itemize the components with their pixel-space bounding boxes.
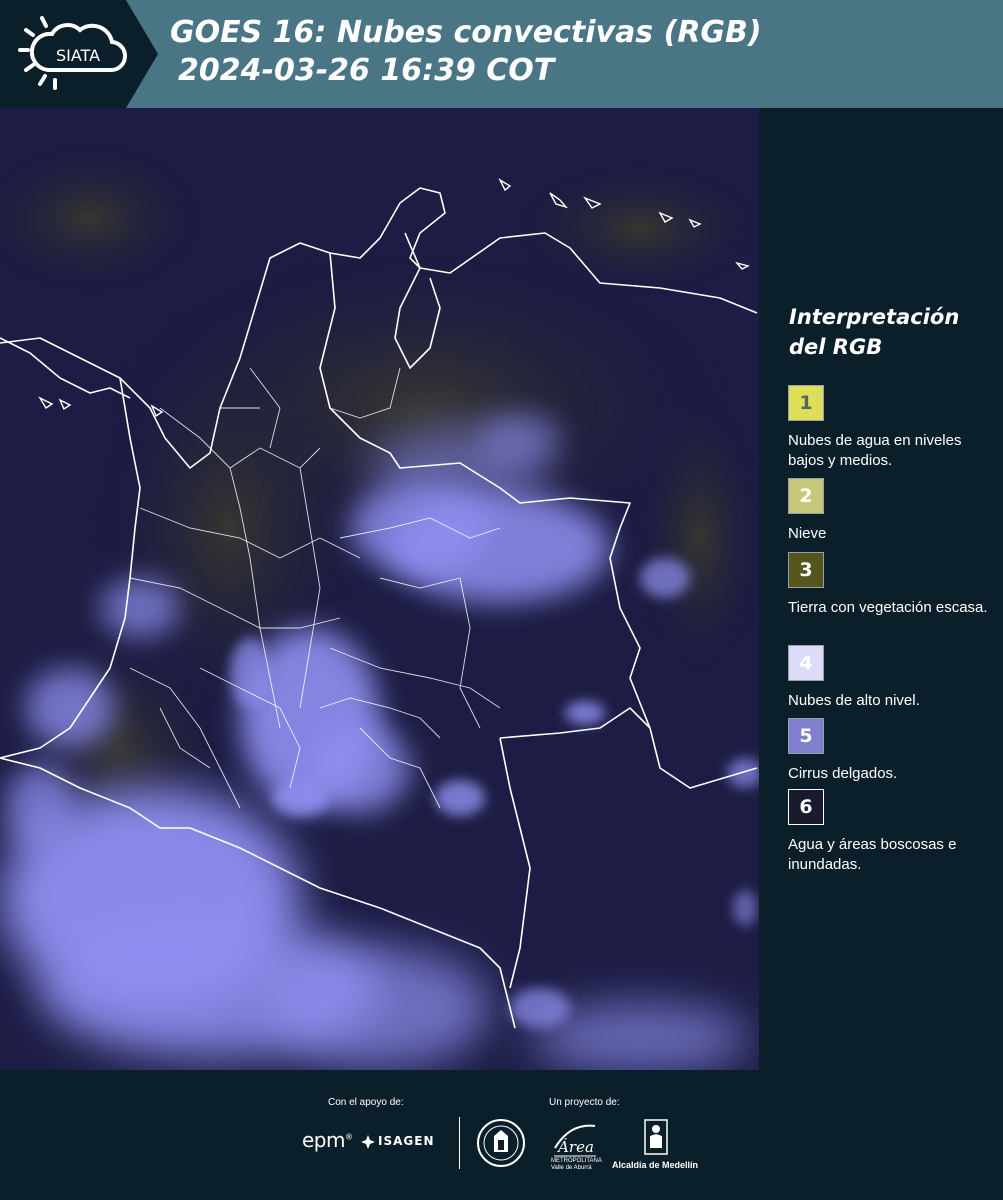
legend-label: Nubes de agua en niveles bajos y medios. — [788, 432, 962, 469]
epm-logo[interactable]: epm® — [302, 1128, 353, 1152]
epm-logo-text: epm — [302, 1128, 345, 1152]
project-label: Un proyecto de: — [549, 1097, 620, 1108]
legend-item-2: 2 Nieve — [788, 478, 998, 544]
legend-swatch-number: 3 — [799, 559, 813, 581]
legend-swatch-number: 6 — [799, 796, 813, 818]
satellite-map[interactable] — [0, 108, 759, 1070]
header: SIATA GOES 16: Nubes convectivas (RGB) 2… — [0, 0, 1003, 108]
page-title: GOES 16: Nubes convectivas (RGB) 2024-03… — [170, 14, 762, 90]
legend-swatch-5: 5 — [788, 718, 824, 754]
legend-item-1: 1 Nubes de agua en niveles bajos y medio… — [788, 385, 998, 471]
legend-swatch-4: 4 — [788, 645, 824, 681]
legend-label: Nieve — [788, 525, 827, 542]
legend-panel: Interpretación del RGB 1 Nubes de agua e… — [759, 108, 1003, 1070]
siata-logo-icon: SIATA — [0, 0, 158, 108]
legend-swatch-number: 5 — [799, 725, 813, 747]
legend-label: Agua y áreas boscosas e inundadas. — [788, 836, 957, 873]
isagen-logo[interactable]: ISAGEN — [378, 1134, 434, 1148]
legend-item-5: 5 Cirrus delgados. — [788, 718, 998, 784]
legend-swatch-6: 6 — [788, 789, 824, 825]
legend-item-3: 3 Tierra con vegetación escasa. — [788, 552, 998, 618]
area-logo-text: Área — [556, 1138, 594, 1156]
isagen-logo-icon — [361, 1135, 375, 1149]
area-logo-subtext: METROPOLITANA Valle de Aburrá — [551, 1158, 602, 1171]
support-label: Con el apoyo de: — [328, 1097, 404, 1108]
satellite-image — [0, 108, 759, 1070]
legend-label: Nubes de alto nivel. — [788, 692, 920, 709]
medellin-seal-icon[interactable] — [476, 1118, 526, 1168]
legend-swatch-number: 4 — [799, 652, 813, 674]
footer: Con el apoyo de: Un proyecto de: epm® IS… — [0, 1070, 1003, 1200]
legend-label: Tierra con vegetación escasa. — [788, 599, 988, 616]
legend-title: Interpretación del RGB — [789, 305, 960, 359]
legend-swatch-number: 2 — [799, 485, 813, 507]
legend-item-6: 6 Agua y áreas boscosas e inundadas. — [788, 789, 998, 875]
siata-logo[interactable]: SIATA — [0, 0, 158, 108]
siata-logo-text: SIATA — [56, 46, 100, 65]
legend-swatch-number: 1 — [799, 392, 813, 414]
legend-label: Cirrus delgados. — [788, 765, 898, 782]
legend-item-4: 4 Nubes de alto nivel. — [788, 645, 998, 711]
alcaldia-shield-icon — [644, 1119, 668, 1155]
legend-swatch-2: 2 — [788, 478, 824, 514]
title-timestamp: 2024-03-26 16:39 COT — [178, 53, 555, 88]
footer-divider — [459, 1117, 460, 1169]
alcaldia-medellin-logo[interactable]: Alcaldía de Medellín — [612, 1160, 698, 1170]
title-product: GOES 16: Nubes convectivas (RGB) — [170, 15, 762, 50]
legend-swatch-1: 1 — [788, 385, 824, 421]
legend-swatch-3: 3 — [788, 552, 824, 588]
